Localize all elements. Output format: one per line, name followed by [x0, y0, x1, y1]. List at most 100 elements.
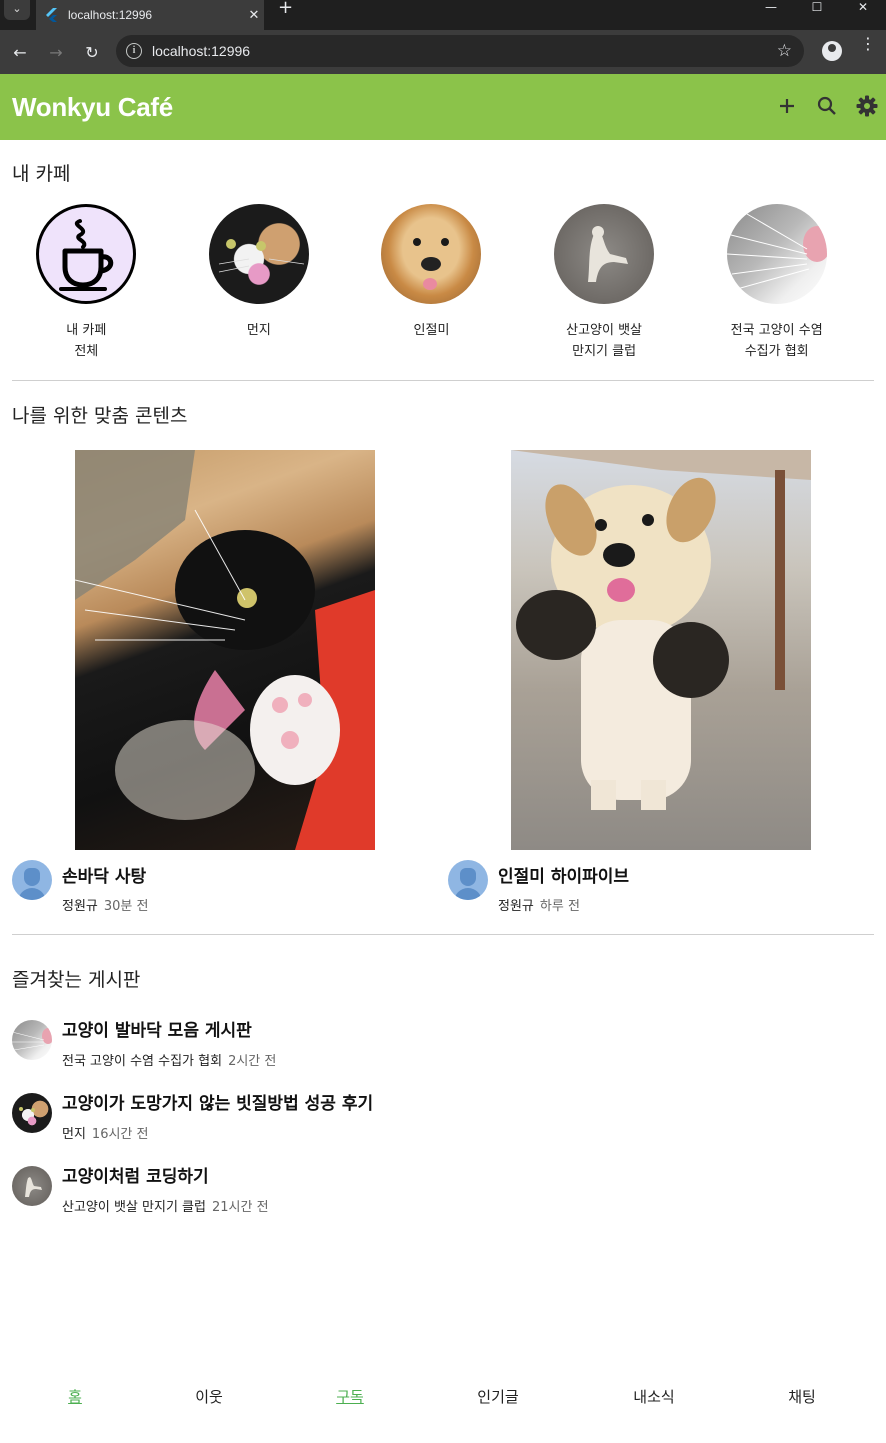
dog-high-five-photo: [511, 450, 811, 850]
board-title[interactable]: 고양이가 도망가지 않는 빗질방법 성공 후기: [62, 1089, 373, 1114]
section-divider: [12, 380, 874, 381]
board-cafe: 전국 고양이 수염 수집가 협회: [62, 1054, 223, 1069]
address-bar: ← → ↻ i localhost:12996 ☆ ⋮: [0, 30, 886, 74]
cafe-label: 산고양이 뱃살 만지기 클럽: [566, 320, 642, 362]
browser-tab-strip: ⌄ localhost:12996 ✕ + — ☐ ✕: [0, 0, 886, 30]
board-cafe: 먼지: [62, 1127, 86, 1142]
cafe-label: 인절미: [414, 320, 450, 341]
main-content: 내 카페 내 카페 전체 먼지 인절미 산고양이 뱃살 만지기 클럽 전국 고양…: [0, 140, 886, 1235]
board-title[interactable]: 고양이처럼 코딩하기: [62, 1162, 269, 1187]
recommended-card[interactable]: 인절미 하이파이브 정원규 하루 전: [436, 450, 872, 914]
settings-button[interactable]: [854, 92, 880, 120]
url-text[interactable]: localhost:12996: [152, 43, 777, 59]
omnibox[interactable]: i localhost:12996 ☆: [116, 35, 804, 67]
cat-whiskers-photo: [726, 204, 827, 304]
cat-on-gravel-photo: [12, 1166, 52, 1206]
author-avatar[interactable]: [12, 860, 52, 900]
cafe-item-mountain-cat[interactable]: 산고양이 뱃살 만지기 클럽: [518, 204, 691, 362]
back-button[interactable]: ←: [2, 43, 38, 62]
cafe-label-line1: 산고양이 뱃살: [566, 323, 643, 338]
cat-photo: [12, 1093, 52, 1133]
cafe-label: 전국 고양이 수염 수집가 협회: [731, 320, 823, 362]
app-title: Wonkyu Café: [12, 91, 173, 122]
board-time: 2시간 전: [228, 1054, 277, 1069]
nav-popular[interactable]: 인기글: [432, 1386, 564, 1416]
recommended-list: 손바닥 사탕 정원규 30분 전 인절미 하이파이브 정원규 하루 전: [0, 450, 886, 914]
cafe-label-line2: 전체: [74, 344, 99, 359]
author-avatar[interactable]: [448, 860, 488, 900]
section-divider: [12, 934, 874, 935]
favorite-boards-list: 고양이 발바닥 모음 게시판 전국 고양이 수염 수집가 협회 2시간 전 고양이…: [0, 1016, 886, 1235]
post-time: 30분 전: [103, 899, 149, 914]
post-meta: 정원규 하루 전: [498, 895, 629, 914]
cafe-label-line1: 전국 고양이 수염: [730, 323, 823, 338]
tab-search-button[interactable]: ⌄: [4, 0, 30, 20]
chevron-down-icon: ⌄: [12, 2, 22, 15]
bookmark-star-icon[interactable]: ☆: [777, 41, 792, 61]
cafe-label: 먼지: [247, 320, 271, 341]
cafe-label-line1: 인절미: [413, 323, 450, 338]
nav-neighbors[interactable]: 이웃: [150, 1386, 268, 1416]
new-tab-button[interactable]: +: [278, 0, 294, 18]
more-menu-icon[interactable]: ⋮: [860, 36, 876, 52]
coffee-cup-icon: [36, 204, 137, 304]
post-time: 하루 전: [539, 899, 580, 914]
author-name: 정원규: [498, 899, 534, 914]
search-button[interactable]: [814, 92, 840, 120]
cat-whiskers-photo: [12, 1020, 52, 1060]
window-controls: — ☐ ✕: [748, 0, 886, 16]
browser-tab[interactable]: localhost:12996 ✕: [36, 0, 264, 30]
nav-home[interactable]: 홈: [0, 1386, 150, 1416]
board-cafe: 산고양이 뱃살 만지기 클럽: [62, 1200, 206, 1215]
profile-avatar-icon[interactable]: [822, 41, 842, 61]
post-meta: 정원규 30분 전: [62, 895, 149, 914]
board-title[interactable]: 고양이 발바닥 모음 게시판: [62, 1016, 276, 1041]
cafe-label-line1: 먼지: [246, 323, 271, 338]
author-name: 정원규: [62, 899, 98, 914]
forward-button[interactable]: →: [38, 43, 74, 62]
cafe-item-whisker-collectors[interactable]: 전국 고양이 수염 수집가 협회: [690, 204, 863, 362]
nav-my-news[interactable]: 내소식: [564, 1386, 744, 1416]
cafe-label-line1: 내 카페: [66, 323, 107, 338]
nav-chat[interactable]: 채팅: [744, 1386, 860, 1416]
close-window-button[interactable]: ✕: [840, 0, 886, 16]
site-info-icon[interactable]: i: [126, 43, 142, 59]
board-meta: 산고양이 뱃살 만지기 클럽 21시간 전: [62, 1196, 269, 1215]
post-title[interactable]: 손바닥 사탕: [62, 862, 149, 887]
flutter-icon: [44, 7, 60, 23]
settings-icon: [856, 95, 878, 117]
close-tab-icon[interactable]: ✕: [244, 8, 264, 23]
maximize-button[interactable]: ☐: [794, 0, 840, 16]
board-item[interactable]: 고양이가 도망가지 않는 빗질방법 성공 후기 먼지 16시간 전: [0, 1089, 886, 1162]
board-item[interactable]: 고양이 발바닥 모음 게시판 전국 고양이 수염 수집가 협회 2시간 전: [0, 1016, 886, 1089]
cafe-item-all[interactable]: 내 카페 전체: [0, 204, 173, 362]
cafe-item-munji[interactable]: 먼지: [173, 204, 346, 362]
favorite-boards-title: 즐겨찾는 게시판: [12, 969, 141, 991]
board-time: 16시간 전: [91, 1127, 149, 1142]
recommended-card[interactable]: 손바닥 사탕 정원규 30분 전: [0, 450, 436, 914]
my-cafes-title: 내 카페: [12, 163, 71, 185]
nav-subscriptions[interactable]: 구독: [268, 1386, 432, 1416]
bottom-navigation: 홈 이웃 구독 인기글 내소식 채팅: [0, 1386, 886, 1416]
cat-on-gravel-photo: [554, 204, 655, 304]
recommended-title: 나를 위한 맞춤 콘텐츠: [12, 405, 188, 427]
board-meta: 전국 고양이 수염 수집가 협회 2시간 전: [62, 1050, 276, 1069]
cafe-label-line2: 만지기 클럽: [572, 344, 637, 359]
my-cafes-list: 내 카페 전체 먼지 인절미 산고양이 뱃살 만지기 클럽 전국 고양이 수염 …: [0, 204, 886, 362]
search-icon: [817, 96, 836, 115]
board-item[interactable]: 고양이처럼 코딩하기 산고양이 뱃살 만지기 클럽 21시간 전: [0, 1162, 886, 1235]
board-time: 21시간 전: [211, 1200, 269, 1215]
post-title[interactable]: 인절미 하이파이브: [498, 862, 629, 887]
cat-licking-paw-photo: [75, 450, 375, 850]
dog-photo: [381, 204, 482, 304]
cafe-item-injeolmi[interactable]: 인절미: [345, 204, 518, 362]
cafe-label-line2: 수집가 협회: [744, 344, 809, 359]
add-icon: [780, 99, 794, 113]
plus-icon: +: [278, 0, 294, 18]
minimize-button[interactable]: —: [748, 0, 794, 16]
cat-photo: [208, 204, 309, 304]
app-bar: Wonkyu Café: [0, 74, 886, 140]
reload-button[interactable]: ↻: [74, 43, 110, 62]
tab-title: localhost:12996: [68, 8, 153, 22]
add-button[interactable]: [774, 92, 800, 120]
